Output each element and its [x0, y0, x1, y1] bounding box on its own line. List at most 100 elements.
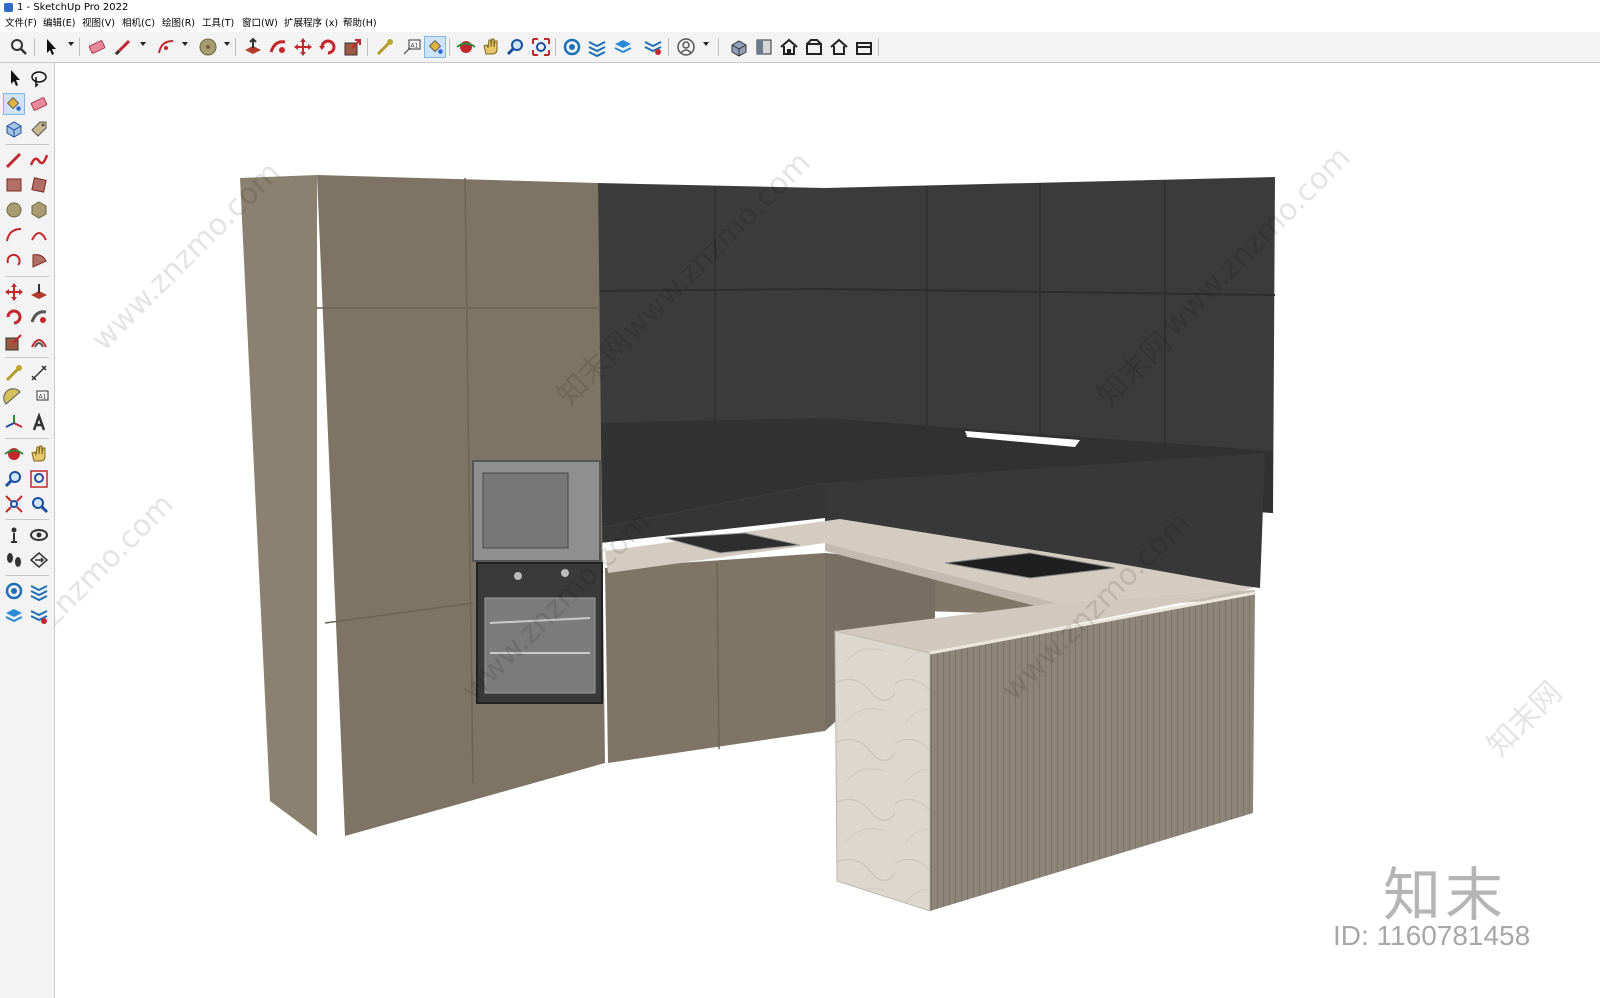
- zoom-icon[interactable]: [3, 468, 25, 490]
- freehand-icon[interactable]: [28, 149, 50, 171]
- toolbar-separator: [34, 38, 35, 56]
- paint-bucket-icon[interactable]: [424, 36, 446, 58]
- layout-send-icon[interactable]: [3, 605, 25, 627]
- toolbar-separator: [235, 38, 236, 56]
- orbit-icon[interactable]: [3, 443, 25, 465]
- tape-measure-icon[interactable]: [3, 362, 25, 384]
- section-plane-icon[interactable]: [28, 549, 50, 571]
- follow-me-icon[interactable]: [267, 36, 289, 58]
- select-arrow-icon[interactable]: [40, 36, 62, 58]
- pencil-line-icon[interactable]: [3, 149, 25, 171]
- search-icon[interactable]: [8, 36, 30, 58]
- offset-icon[interactable]: [28, 331, 50, 353]
- orbit-icon[interactable]: [455, 36, 477, 58]
- view-left-icon[interactable]: [853, 36, 875, 58]
- arc-dropdown-icon[interactable]: [182, 42, 188, 46]
- toolbar-separator: [5, 519, 49, 520]
- menu-help[interactable]: 帮助(H): [343, 16, 377, 32]
- menu-view[interactable]: 视图(V): [82, 16, 115, 32]
- menu-extensions[interactable]: 扩展程序 (x): [284, 16, 338, 32]
- toolbar-separator: [555, 38, 556, 56]
- kitchen-model-render: [240, 175, 1276, 912]
- rotated-rectangle-icon[interactable]: [28, 174, 50, 196]
- pan-hand-icon[interactable]: [480, 36, 502, 58]
- eraser-icon[interactable]: [86, 36, 108, 58]
- arc-icon[interactable]: [3, 224, 25, 246]
- menu-window[interactable]: 窗口(W): [242, 16, 278, 32]
- zoom-icon[interactable]: [505, 36, 527, 58]
- 3d-warehouse-icon[interactable]: [3, 580, 25, 602]
- line-dropdown-icon[interactable]: [140, 42, 146, 46]
- sketchup-app-icon: [4, 3, 13, 12]
- view-top-icon[interactable]: [753, 36, 775, 58]
- axes-icon[interactable]: [3, 412, 25, 434]
- tag-icon[interactable]: [28, 118, 50, 140]
- move-icon[interactable]: [3, 281, 25, 303]
- 3d-warehouse-icon[interactable]: [561, 36, 583, 58]
- window-title: 1 - SketchUp Pro 2022: [17, 2, 129, 13]
- look-around-icon[interactable]: [28, 524, 50, 546]
- select-arrow-icon[interactable]: [3, 67, 25, 89]
- extension-warehouse-icon[interactable]: [28, 580, 50, 602]
- view-right-icon[interactable]: [803, 36, 825, 58]
- menu-draw[interactable]: 绘图(R): [162, 16, 195, 32]
- view-front-icon[interactable]: [778, 36, 800, 58]
- position-camera-icon[interactable]: [3, 524, 25, 546]
- shape-circle-icon[interactable]: [197, 36, 219, 58]
- zoom-extents-icon[interactable]: [530, 36, 552, 58]
- two-point-arc-icon[interactable]: [28, 224, 50, 246]
- move-icon[interactable]: [292, 36, 314, 58]
- menu-bar: 文件(F) 编辑(E) 视图(V) 相机(C) 绘图(R) 工具(T) 窗口(W…: [0, 16, 1600, 32]
- svg-text:A1: A1: [411, 43, 419, 50]
- arc-icon[interactable]: [155, 36, 177, 58]
- scale-icon[interactable]: [3, 331, 25, 353]
- menu-camera[interactable]: 相机(C): [122, 16, 155, 32]
- text-label-icon[interactable]: A1: [28, 387, 50, 409]
- protractor-icon[interactable]: [3, 387, 25, 409]
- dimension-icon[interactable]: [28, 362, 50, 384]
- toolbar-separator: [5, 276, 49, 277]
- view-iso-icon[interactable]: [728, 36, 750, 58]
- tall-cabinet-side: [240, 175, 317, 836]
- pencil-line-icon[interactable]: [112, 36, 134, 58]
- view-back-icon[interactable]: [828, 36, 850, 58]
- peninsula-marble-end: [834, 630, 931, 912]
- menu-edit[interactable]: 编辑(E): [43, 16, 75, 32]
- walk-icon[interactable]: [3, 549, 25, 571]
- follow-me-icon[interactable]: [28, 306, 50, 328]
- extension-manager-icon[interactable]: [642, 36, 664, 58]
- menu-file[interactable]: 文件(F): [5, 16, 37, 32]
- watermark-id: ID: 1160781458: [1333, 920, 1531, 951]
- three-point-arc-icon[interactable]: [3, 249, 25, 271]
- rotate-icon[interactable]: [3, 306, 25, 328]
- model-viewport[interactable]: www.znzmo.com www.znzmo.com www.znzmo.co…: [55, 63, 1600, 998]
- previous-view-icon[interactable]: [28, 493, 50, 515]
- pie-icon[interactable]: [28, 249, 50, 271]
- pan-hand-icon[interactable]: [28, 443, 50, 465]
- rectangle-icon[interactable]: [3, 174, 25, 196]
- rotate-icon[interactable]: [317, 36, 339, 58]
- paint-bucket-icon[interactable]: [3, 93, 25, 115]
- extension-manager-icon[interactable]: [28, 605, 50, 627]
- circle-icon[interactable]: [3, 199, 25, 221]
- shape-dropdown-icon[interactable]: [224, 42, 230, 46]
- toolbar-separator: [5, 144, 49, 145]
- lasso-select-icon[interactable]: [28, 67, 50, 89]
- user-account-icon[interactable]: [675, 36, 697, 58]
- text-label-icon[interactable]: A1: [400, 36, 422, 58]
- zoom-extents-icon[interactable]: [3, 493, 25, 515]
- select-dropdown-icon[interactable]: [68, 42, 74, 46]
- menu-tools[interactable]: 工具(T): [202, 16, 234, 32]
- zoom-window-icon[interactable]: [28, 468, 50, 490]
- make-component-icon[interactable]: [3, 118, 25, 140]
- tape-measure-icon[interactable]: [374, 36, 396, 58]
- push-pull-icon[interactable]: [28, 281, 50, 303]
- account-dropdown-icon[interactable]: [703, 42, 709, 46]
- layout-send-icon[interactable]: [612, 36, 634, 58]
- push-pull-icon[interactable]: [242, 36, 264, 58]
- scale-icon[interactable]: [342, 36, 364, 58]
- 3d-text-icon[interactable]: [28, 412, 50, 434]
- eraser-icon[interactable]: [28, 93, 50, 115]
- extension-warehouse-icon[interactable]: [586, 36, 608, 58]
- polygon-icon[interactable]: [28, 199, 50, 221]
